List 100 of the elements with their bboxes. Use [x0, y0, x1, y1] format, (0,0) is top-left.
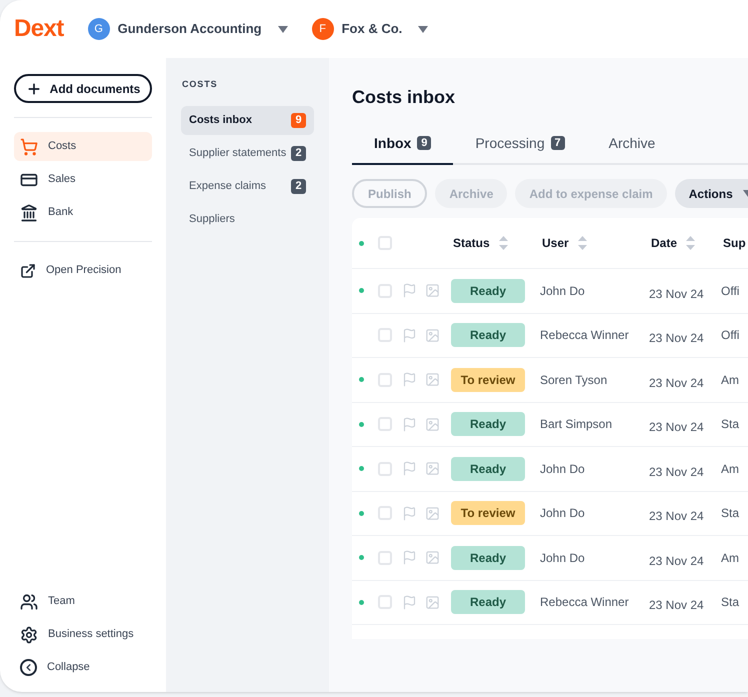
table-cell-text: Am [721, 460, 739, 478]
table-cell-text: Offi [721, 282, 740, 300]
team-icon [20, 592, 38, 610]
image-icon[interactable] [425, 594, 440, 610]
column-header: Status [453, 235, 490, 252]
tab[interactable]: Processing 7 [453, 133, 587, 165]
table-cell-text: John Do [540, 460, 586, 478]
table-cell-text: Sta [721, 594, 740, 612]
tab[interactable]: Archive [586, 133, 678, 165]
count-badge: 2 [291, 178, 306, 194]
table-cell-text: 23 Nov 24 [649, 374, 705, 392]
tab[interactable]: Inbox 9 [352, 133, 454, 165]
checkbox[interactable] [378, 550, 392, 565]
table-cell-text: 23 Nov 24 [649, 552, 705, 570]
avatar: F [312, 18, 334, 40]
checkbox[interactable] [378, 372, 392, 387]
table-cell-text: Rebecca Winner [540, 594, 630, 612]
caret-icon [418, 26, 428, 32]
subnav-item[interactable]: Expense claims 2 [181, 172, 314, 200]
sort-icon[interactable] [686, 236, 696, 250]
avatar: G [88, 18, 110, 40]
flag-icon[interactable] [402, 328, 417, 343]
nav-item[interactable]: Costs [14, 132, 152, 161]
collapse-icon [20, 659, 37, 676]
image-icon[interactable] [425, 506, 440, 521]
count-badge: 9 [291, 112, 306, 128]
nav-item[interactable]: Bank [14, 198, 152, 227]
table-cell-text: Rebecca Winner [540, 327, 630, 344]
image-icon[interactable] [425, 283, 440, 298]
bank-icon [20, 204, 38, 222]
table-cell-text: Sta [721, 505, 740, 522]
image-icon[interactable] [425, 416, 440, 432]
caret-icon [278, 26, 288, 32]
table-cell-text: Soren Tyson [540, 372, 608, 389]
table-cell-text: 23 Nov 24 [649, 464, 705, 481]
status-badge: Ready [451, 323, 525, 348]
flag-icon[interactable] [402, 416, 417, 432]
image-icon[interactable] [425, 461, 440, 476]
image-icon[interactable] [425, 328, 440, 343]
nav-item[interactable]: Collapse [14, 653, 152, 682]
column-header: Date [651, 235, 678, 252]
flag-icon[interactable] [402, 283, 417, 298]
image-icon[interactable] [425, 550, 440, 566]
nav-item[interactable]: Sales [14, 165, 152, 194]
status-badge: Ready [451, 278, 525, 303]
table-cell-text: 23 Nov 24 [649, 597, 705, 614]
status-badge: To review [451, 501, 525, 526]
table-cell-text: 23 Nov 24 [649, 508, 705, 526]
status-badge: Ready [451, 412, 525, 436]
flag-icon[interactable] [402, 461, 417, 476]
table-cell-text: John Do [540, 505, 586, 522]
add-documents-button[interactable]: Add documents [14, 74, 152, 103]
table-cell-text: 23 Nov 24 [649, 286, 705, 303]
status-badge: Ready [451, 456, 525, 481]
logo: Dext [14, 14, 64, 44]
column-header: Sup [723, 235, 746, 252]
table-cell-text: 23 Nov 24 [649, 330, 705, 348]
sort-icon[interactable] [498, 236, 508, 250]
count-badge: 2 [291, 146, 306, 160]
checkbox[interactable] [378, 284, 392, 298]
subnav-item[interactable]: Supplier statements 2 [181, 138, 314, 168]
table-cell-text: John Do [540, 550, 586, 567]
table-cell-text: Am [721, 372, 739, 389]
account-switcher[interactable]: F Fox & Co. [312, 18, 428, 40]
subnav-item[interactable]: Costs inbox 9 [181, 106, 314, 134]
flag-icon[interactable] [402, 506, 417, 521]
plus-icon [26, 80, 42, 96]
image-icon[interactable] [425, 372, 440, 388]
checkbox[interactable] [378, 462, 392, 476]
column-header: User [542, 235, 569, 252]
flag-icon[interactable] [402, 372, 417, 388]
checkbox[interactable] [378, 595, 392, 610]
status-badge: To review [451, 368, 525, 392]
status-badge: Ready [451, 590, 525, 614]
flag-icon[interactable] [402, 594, 417, 610]
checkbox[interactable] [378, 506, 392, 520]
table-cell-text: Offi [721, 327, 740, 344]
table-cell-text: Bart Simpson [540, 416, 614, 434]
external-link-icon [20, 262, 36, 278]
checkbox[interactable] [378, 328, 392, 342]
account-switcher[interactable]: G Gunderson Accounting [88, 18, 288, 40]
nav-item[interactable]: Business settings [14, 620, 152, 649]
page-title: Costs inbox [352, 86, 456, 109]
table-cell-text: John Do [540, 282, 586, 300]
section-heading: COSTS [182, 78, 219, 91]
table-cell-text: Am [721, 550, 739, 567]
table-cell-text: 23 Nov 24 [649, 419, 705, 436]
status-badge: Ready [451, 546, 525, 570]
sort-icon[interactable] [578, 236, 587, 250]
checkbox[interactable] [378, 236, 392, 250]
count-badge: 9 [417, 136, 432, 150]
nav-item[interactable]: Team [14, 587, 152, 616]
open-precision-link[interactable]: Open Precision [14, 256, 152, 285]
flag-icon[interactable] [402, 550, 417, 566]
settings-icon [20, 626, 38, 644]
checkbox[interactable] [378, 417, 392, 432]
count-badge: 7 [550, 136, 565, 150]
subnav-item[interactable]: Suppliers [181, 204, 314, 234]
cart-icon [20, 138, 38, 156]
actions-menu-button[interactable]: Actions [674, 179, 748, 208]
